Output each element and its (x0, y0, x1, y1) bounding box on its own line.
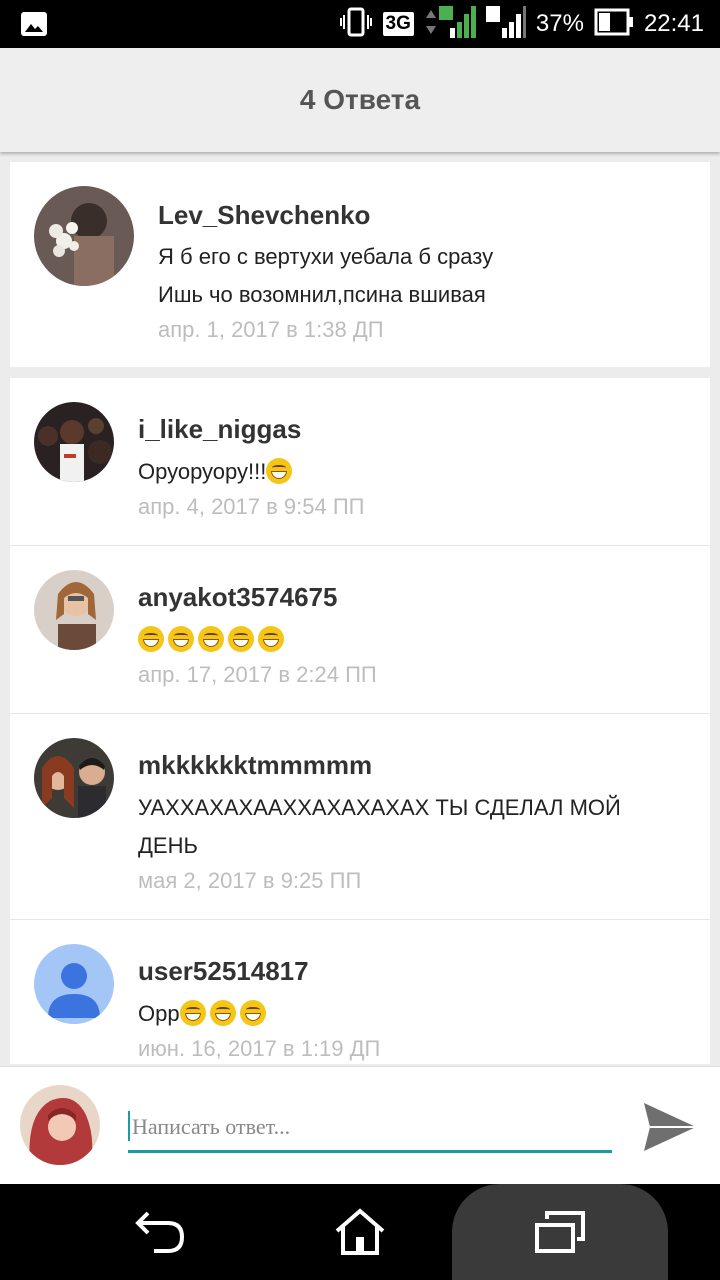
username[interactable]: mkkkkkktmmmmm (138, 750, 372, 781)
comment-text-line-1: УАХХАХАХААХХАХАХАХАХ ТЫ СДЕЛАЛ МОЙ (138, 795, 621, 820)
vibrate-icon (339, 7, 373, 42)
comment-text-line-1: Я б его с вертухи уебала б сразу (158, 244, 494, 269)
clock: 22:41 (643, 10, 704, 37)
avatar[interactable] (34, 186, 134, 286)
send-icon (644, 1103, 696, 1151)
network-type-badge: 3G (382, 12, 414, 36)
avatar[interactable] (34, 944, 114, 1024)
list-item: mkkkkkktmmmmm УАХХАХАХААХХАХАХАХАХ ТЫ СД… (10, 714, 710, 920)
reply-input[interactable] (128, 1103, 612, 1153)
comment-text: Орр (138, 995, 270, 1033)
grin-emoji-icon (168, 626, 194, 652)
reply-compose-bar (0, 1066, 720, 1185)
comment-text-content: Орр (138, 1001, 180, 1026)
recent-apps-button[interactable] (510, 1184, 610, 1280)
grin-emoji-icon (209, 1000, 236, 1026)
replies-list[interactable]: i_like_niggas Оруоруору!!! апр. 4, 2017 … (10, 378, 710, 1064)
navigation-bar (0, 1184, 720, 1280)
grin-emoji-icon (228, 626, 254, 652)
signal-icon (424, 4, 476, 45)
comment-text-line-2: ДЕНЬ (138, 833, 198, 858)
comment-date: мая 2, 2017 в 9:25 ПП (138, 868, 362, 893)
grin-emoji-icon (266, 458, 293, 484)
comment-date: июн. 16, 2017 в 1:19 ДП (138, 1036, 381, 1061)
comment-text: Оруоруору!!! (138, 453, 296, 491)
home-icon (335, 1208, 385, 1255)
back-icon (135, 1211, 185, 1253)
gallery-icon (20, 10, 48, 43)
comment-date: апр. 1, 2017 в 1:38 ДП (158, 317, 384, 342)
battery-icon (594, 8, 634, 41)
comment-text (138, 621, 288, 659)
battery-percent: 37% (535, 10, 584, 37)
home-button[interactable] (310, 1184, 410, 1280)
comment-date: апр. 4, 2017 в 9:54 ПП (138, 494, 365, 519)
list-item: anyakot3574675 апр. 17, 2017 в 2:24 ПП (10, 546, 710, 714)
recent-apps-icon (535, 1211, 585, 1253)
grin-emoji-icon (258, 626, 284, 652)
avatar[interactable] (34, 738, 114, 818)
avatar[interactable] (34, 402, 114, 482)
main-comment-card: Lev_Shevchenko Я б его с вертухи уебала … (10, 162, 710, 367)
grin-emoji-icon (239, 1000, 266, 1026)
grin-emoji-icon (138, 626, 164, 652)
comment-text-content: Оруоруору!!! (138, 459, 267, 484)
list-item: i_like_niggas Оруоруору!!! апр. 4, 2017 … (10, 378, 710, 546)
text-cursor (128, 1111, 130, 1141)
avatar (20, 1085, 100, 1165)
comment-date: апр. 17, 2017 в 2:24 ПП (138, 662, 377, 687)
page-title: 4 Ответа (299, 84, 421, 115)
username[interactable]: Lev_Shevchenko (158, 200, 370, 231)
signal-icon-sim2 (485, 4, 526, 45)
send-button[interactable] (640, 1097, 700, 1157)
username[interactable]: anyakot3574675 (138, 582, 337, 613)
username[interactable]: i_like_niggas (138, 414, 301, 445)
back-button[interactable] (110, 1184, 210, 1280)
grin-emoji-icon (179, 1000, 206, 1026)
status-bar: 3G 37% 22:41 (0, 0, 720, 48)
avatar[interactable] (34, 570, 114, 650)
app-header: 4 Ответа (0, 48, 720, 152)
list-item: user52514817 Орр июн. 16, 2017 в 1:19 ДП (10, 920, 710, 1064)
grin-emoji-icon (198, 626, 224, 652)
username[interactable]: user52514817 (138, 956, 309, 987)
comment-text-line-2: Ишь чо возомнил,псина вшивая (158, 282, 486, 307)
